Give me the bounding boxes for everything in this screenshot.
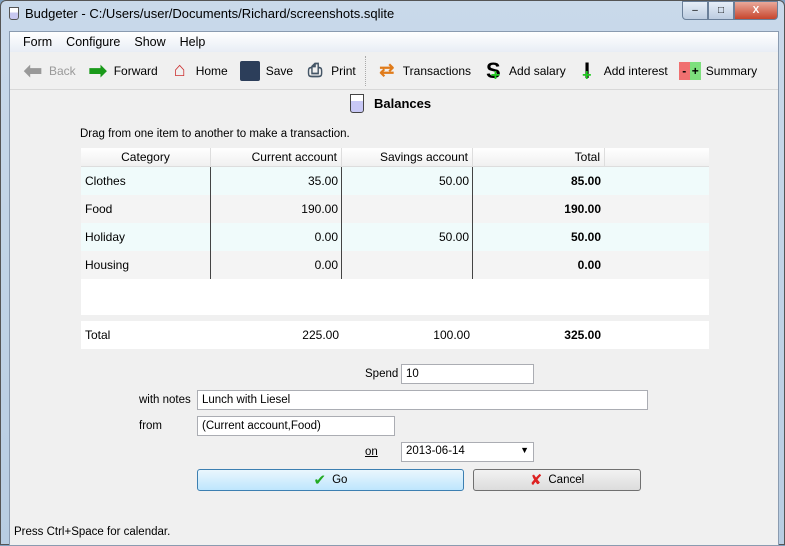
table-cell[interactable]: 50.00 [342, 223, 473, 251]
summary-button[interactable]: - + Summary [673, 56, 762, 86]
table-cell[interactable]: Food [81, 195, 211, 223]
table-cell[interactable]: Holiday [81, 223, 211, 251]
table-cell[interactable] [342, 251, 473, 279]
table-cell[interactable]: 190.00 [473, 202, 605, 216]
notes-label: with notes [139, 394, 191, 406]
drag-hint: Drag from one item to another to make a … [80, 128, 350, 140]
table-row[interactable]: Clothes 35.00 50.00 85.00 [81, 167, 709, 195]
salary-plus-icon: S + [486, 57, 501, 84]
app-window: Budgeter - C:/Users/user/Documents/Richa… [0, 0, 785, 546]
from-label: from [139, 420, 162, 432]
home-icon: ⌂ [173, 59, 186, 81]
totals-row: Total 225.00 100.00 325.00 [81, 321, 709, 349]
table-header: Category Current account Savings account… [81, 148, 709, 167]
table-row[interactable]: Food 190.00 190.00 [81, 195, 709, 223]
from-input[interactable] [197, 416, 395, 436]
cancel-button[interactable]: ✘ Cancel [473, 469, 641, 491]
chevron-down-icon[interactable]: ▼ [520, 445, 529, 459]
menu-show[interactable]: Show [127, 32, 172, 52]
transactions-button[interactable]: ⇄ Transactions [370, 56, 476, 86]
status-bar: Press Ctrl+Space for calendar. [14, 526, 171, 538]
arrow-left-icon: ⬅ [23, 57, 43, 83]
window-title: Budgeter - C:/Users/user/Documents/Richa… [25, 6, 395, 21]
table-cell[interactable]: 0.00 [211, 223, 342, 251]
action-label: Spend [365, 368, 399, 380]
menu-configure[interactable]: Configure [59, 32, 127, 52]
column-header-savings[interactable]: Savings account [342, 148, 473, 166]
amount-input[interactable] [401, 364, 534, 384]
forward-button[interactable]: ➡ Forward [81, 56, 163, 86]
save-button[interactable]: Save [233, 56, 298, 86]
add-interest-button[interactable]: I + Add interest [571, 56, 673, 86]
minimize-button[interactable]: – [682, 1, 708, 20]
home-button[interactable]: ⌂ Home [163, 56, 233, 86]
table-cell[interactable]: 85.00 [473, 174, 605, 188]
table-cell[interactable]: 50.00 [473, 230, 605, 244]
balances-table[interactable]: Category Current account Savings account… [81, 148, 709, 315]
column-header-total[interactable]: Total [473, 148, 605, 166]
table-cell[interactable]: 0.00 [211, 251, 342, 279]
table-row[interactable]: Housing 0.00 0.00 [81, 251, 709, 279]
column-header-current[interactable]: Current account [211, 148, 342, 166]
table-cell[interactable] [342, 195, 473, 223]
menu-bar: Form Configure Show Help [10, 32, 778, 52]
title-bar: Budgeter - C:/Users/user/Documents/Richa… [9, 6, 394, 21]
back-button[interactable]: ⬅ Back [16, 56, 81, 86]
toolbar-separator [364, 55, 366, 86]
check-icon: ✔ [313, 472, 327, 489]
menu-form[interactable]: Form [16, 32, 59, 52]
go-button[interactable]: ✔ Go [197, 469, 464, 491]
on-label: on [365, 446, 378, 458]
print-button[interactable]: ⎙ Print [298, 56, 361, 86]
table-row[interactable]: Holiday 0.00 50.00 50.00 [81, 223, 709, 251]
notes-input[interactable] [197, 390, 648, 410]
table-cell[interactable]: 0.00 [473, 258, 605, 272]
table-cell[interactable]: 35.00 [211, 167, 342, 195]
glass-icon [350, 94, 364, 113]
swap-arrows-icon: ⇄ [379, 60, 395, 80]
summary-icon: - + [678, 59, 702, 83]
floppy-disk-icon [238, 59, 262, 83]
table-cell[interactable]: 50.00 [342, 167, 473, 195]
printer-icon: ⎙ [307, 60, 323, 80]
date-picker[interactable]: 2013-06-14 ▼ [401, 442, 534, 462]
menu-help[interactable]: Help [173, 32, 213, 52]
arrow-right-icon: ➡ [88, 57, 107, 83]
cross-icon: ✘ [529, 472, 543, 489]
page-heading: Balances [350, 94, 431, 113]
app-glass-icon [9, 7, 19, 20]
table-cell[interactable]: Housing [81, 251, 211, 279]
close-button[interactable]: X [734, 1, 778, 20]
interest-plus-icon: I + [582, 57, 592, 84]
table-cell[interactable]: Clothes [81, 167, 211, 195]
add-salary-button[interactable]: S + Add salary [476, 56, 571, 86]
table-cell[interactable]: 190.00 [211, 195, 342, 223]
toolbar: ⬅ Back ➡ Forward ⌂ Home Save ⎙ Print ⇄ Transa… [10, 52, 778, 90]
maximize-button[interactable]: □ [708, 1, 734, 20]
column-header-category[interactable]: Category [81, 148, 211, 166]
